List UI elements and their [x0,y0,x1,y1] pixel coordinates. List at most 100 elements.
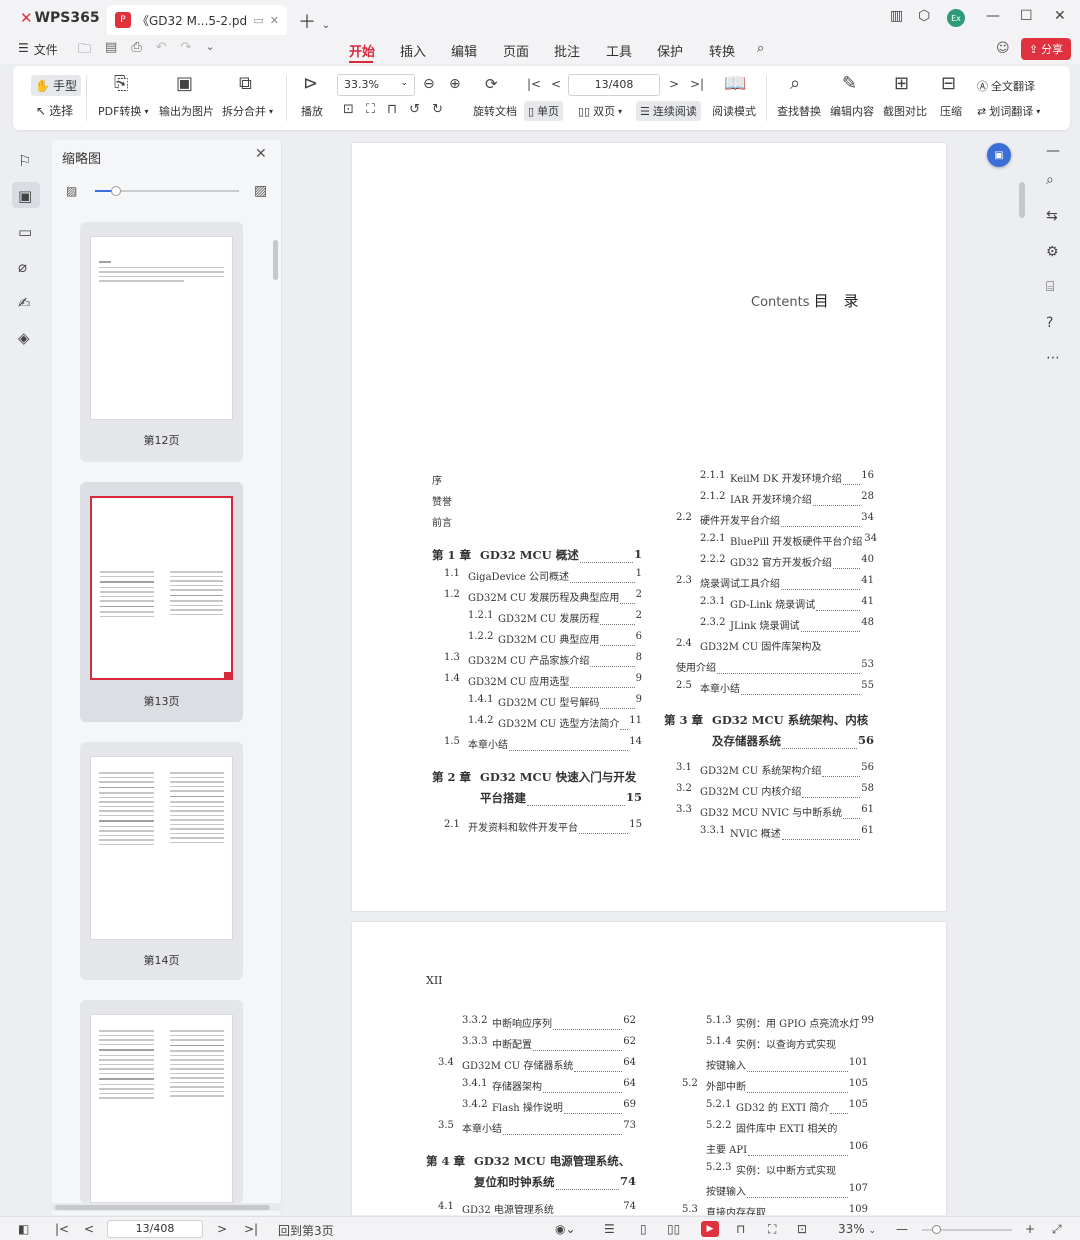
thumbnail-icon[interactable]: ▣ [18,187,32,205]
help-icon[interactable]: ? [1046,315,1053,331]
toc-entry[interactable]: 2.3.1 GD-Link 烧录调试 41 [700,596,874,611]
toc-entry[interactable]: 3.3 GD32 MCU NVIC 与中断系统 61 [676,804,874,819]
thumbnail-page-14[interactable]: 第14页 [80,742,243,980]
file-menu[interactable]: ☰ 文件 [18,41,58,58]
toc-entry[interactable]: 5.2.1 GD32 的 EXTI 简介 105 [706,1099,868,1114]
play-button[interactable]: 播放 [301,103,323,119]
continuous-reading-button[interactable]: ☰ 连续阅读 [636,101,701,121]
toc-entry[interactable]: 2.1.1 KeilM DK 开发环境介绍 16 [700,470,874,485]
share-button[interactable]: ⇪ 分享 [1021,38,1071,60]
reading-mode-button[interactable]: 阅读模式 [712,103,756,119]
toc-entry[interactable]: 序 [432,472,642,487]
translate-side-icon[interactable]: ⇆ [1046,208,1058,224]
status-zoom-in-icon[interactable]: + [1025,1222,1035,1236]
status-continuous-icon[interactable]: ☰ [604,1222,615,1236]
menu-convert[interactable]: 转换 [709,41,735,60]
single-page-button[interactable]: ▯ 单页 [524,101,564,121]
status-prev-page-icon[interactable]: < [84,1222,94,1236]
more-chevron-icon[interactable]: ⌄ [206,40,215,62]
toc-entry[interactable]: 1.2.1 GD32M CU 发展历程 2 [468,610,642,625]
status-double-page-icon[interactable]: ▯▯ [667,1222,680,1236]
toc-entry[interactable]: 3.4 GD32M CU 存储器系统 64 [438,1057,636,1072]
minimize-icon[interactable]: — [986,8,1000,24]
toc-entry[interactable]: 3.1 GD32M CU 系统架构介绍 56 [676,762,874,777]
toc-entry[interactable]: 2.2.1 BluePill 开发板硬件平台介绍 34 [700,533,877,548]
toc-entry[interactable]: 5.2 外部中断 105 [682,1078,868,1093]
toc-entry[interactable]: 使用介绍 53 [676,659,874,674]
close-window-icon[interactable]: ✕ [1054,8,1066,24]
toc-entry[interactable]: 1.4 GD32M CU 应用选型 9 [444,673,642,688]
wps-logo[interactable]: ✕ WPS365 [20,9,100,27]
status-play-button[interactable]: ▶ [701,1221,719,1237]
bookmark-icon[interactable]: ⚐ [18,152,31,170]
save-icon[interactable]: ▤ [105,40,117,62]
toc-entry[interactable]: 2.3 烧录调试工具介绍 41 [676,575,874,590]
prev-page-icon[interactable]: < [551,77,561,91]
toc-entry[interactable]: 1.2 GD32M CU 发展历程及典型应用 2 [444,589,642,604]
thumbnail-page-15[interactable] [80,1000,243,1203]
toc-entry[interactable]: 2.2.2 GD32 官方开发板介绍 40 [700,554,874,569]
pdf-convert-button[interactable]: PDF转换 ▾ [98,103,148,119]
zoom-select[interactable]: 33.3% ⌄ [337,74,415,96]
toc-entry[interactable]: 前言 [432,514,642,529]
settings-sliders-icon[interactable]: ⚙ [1046,244,1059,260]
first-page-icon[interactable]: |< [527,77,541,91]
fullscreen-icon[interactable]: ⤢ [1052,1222,1062,1237]
close-tab-icon[interactable]: ✕ [270,14,279,27]
rotate-right-icon[interactable]: ↻ [432,102,443,117]
toc-entry[interactable]: 5.2.2 固件库中 EXTI 相关的 [706,1120,868,1135]
toc-entry[interactable]: 4.1 GD32 电源管理系统 74 [438,1201,636,1215]
back-to-page-link[interactable]: 回到第3页 [278,1222,334,1239]
toc-entry[interactable]: 主要 API 106 [706,1141,868,1156]
monitor-icon[interactable]: ▭ [253,14,263,27]
sidebar-toggle-icon[interactable]: ◧ [18,1222,29,1236]
slider-knob[interactable] [111,186,121,196]
close-panel-icon[interactable]: ✕ [255,146,267,162]
layers-icon[interactable]: ◈ [18,329,30,347]
export-image-button[interactable]: 输出为图片 [159,103,214,119]
toc-entry[interactable]: 复位和时钟系统 74 [474,1174,636,1190]
toc-entry[interactable]: 第 1 章 GD32 MCU 概述 1 [432,547,642,563]
find-replace-button[interactable]: 查找替换 [777,103,821,119]
toc-entry[interactable]: 1.4.1 GD32M CU 型号解码 9 [468,694,642,709]
toc-entry[interactable]: 及存储器系统 56 [712,733,874,749]
status-single-page-icon[interactable]: ▯ [640,1222,647,1236]
zoom-in-icon[interactable]: ⊕ [449,76,461,92]
double-page-button[interactable]: ▯▯ 双页 ▾ [578,103,622,119]
next-page-icon[interactable]: > [669,77,679,91]
toc-entry[interactable]: 第 2 章 GD32 MCU 快速入门与开发 [432,769,642,785]
undo-icon[interactable]: ↶ [156,40,167,62]
comment-icon[interactable]: ☺ [996,41,1010,56]
page-number-input[interactable]: 13/408 [568,74,660,96]
avatar[interactable]: Ex [947,9,965,27]
status-fit-width-icon[interactable]: ⊓ [736,1222,745,1236]
toc-entry[interactable]: 3.3.2 中断响应序列 62 [462,1015,636,1030]
layout-icon[interactable]: ▥ [890,8,903,24]
menu-edit[interactable]: 编辑 [451,41,477,60]
toc-entry[interactable]: 1.3 GD32M CU 产品家族介绍 8 [444,652,642,667]
toc-entry[interactable]: 5.1.3 实例：用 GPIO 点亮流水灯 99 [706,1015,874,1030]
thumbnail-page-12[interactable]: 第12页 [80,222,243,462]
thumbnail-scrollbar[interactable] [273,240,278,280]
document-view[interactable]: Contents 目 录 序赞誉 前言第 1 章 GD32 MCU 概述 1 1.1 Gi… [283,140,1020,1215]
status-first-page-icon[interactable]: |< [55,1222,69,1236]
toc-entry[interactable]: 第 3 章 GD32 MCU 系统架构、内核 [664,712,874,728]
menu-insert[interactable]: 插入 [400,41,426,60]
toc-entry[interactable]: 5.1.4 实例：以查询方式实现 [706,1036,868,1051]
menu-tools[interactable]: 工具 [606,41,632,60]
menu-annotate[interactable]: 批注 [554,41,580,60]
toc-entry[interactable]: 平台搭建 15 [480,790,642,806]
toc-entry[interactable]: 1.1 GigaDevice 公司概述 1 [444,568,642,583]
status-page-input[interactable]: 13/408 [107,1220,203,1238]
document-scrollbar[interactable] [1019,182,1025,218]
menu-protect[interactable]: 保护 [657,41,683,60]
compare-button[interactable]: 截图对比 [883,103,927,119]
menu-start[interactable]: 开始 [349,41,375,60]
status-zoom-value[interactable]: 33% ⌄ [838,1222,876,1236]
large-image-icon[interactable]: ▨ [254,183,267,199]
hand-tool-button[interactable]: ✋ 手型 [31,75,81,96]
status-zoom-knob[interactable] [932,1225,941,1234]
status-next-page-icon[interactable]: > [217,1222,227,1236]
compress-button[interactable]: 压缩 [940,103,962,119]
status-zoom-out-icon[interactable]: — [896,1222,908,1236]
